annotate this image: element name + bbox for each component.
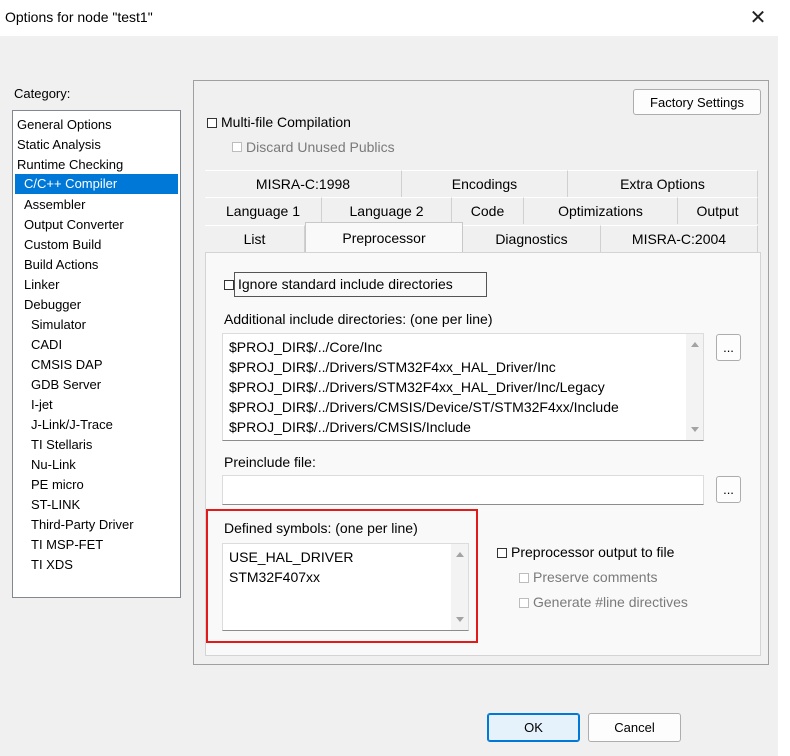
options-dialog: Options for node "test1" ✕ Category: Gen…: [0, 0, 778, 756]
defined-symbols-scrollbar[interactable]: [451, 544, 468, 630]
tab-extra-options[interactable]: Extra Options: [568, 170, 758, 197]
tab-list[interactable]: List: [205, 225, 305, 252]
category-item-static-analysis[interactable]: Static Analysis: [15, 135, 101, 155]
scroll-up-arrow-icon[interactable]: [456, 552, 464, 557]
category-item-jlink-jtrace[interactable]: J-Link/J-Trace: [15, 415, 113, 435]
category-item-build-actions[interactable]: Build Actions: [15, 255, 98, 275]
generate-line-directives-label: Generate #line directives: [533, 594, 688, 610]
category-item-output-converter[interactable]: Output Converter: [15, 215, 124, 235]
tab-preprocessor[interactable]: Preprocessor: [305, 222, 463, 252]
include-dirs-scrollbar[interactable]: [686, 334, 703, 440]
category-label: Category:: [14, 86, 71, 101]
preserve-comments-label: Preserve comments: [533, 569, 658, 585]
include-dir-line: $PROJ_DIR$/../Core/Inc: [229, 339, 383, 355]
category-item-ti-stellaris[interactable]: TI Stellaris: [15, 435, 92, 455]
factory-settings-button[interactable]: Factory Settings: [633, 89, 761, 115]
tab-language-2[interactable]: Language 2: [322, 197, 452, 224]
scroll-up-arrow-icon[interactable]: [691, 342, 699, 347]
close-icon[interactable]: ✕: [738, 0, 778, 34]
preinclude-label: Preinclude file:: [224, 454, 316, 470]
preprocessor-output-label: Preprocessor output to file: [511, 544, 675, 560]
category-item-ti-xds[interactable]: TI XDS: [15, 555, 73, 575]
include-dir-line: $PROJ_DIR$/../Drivers/STM32F4xx_HAL_Driv…: [229, 359, 556, 375]
ignore-std-include-label: Ignore standard include directories: [238, 276, 453, 292]
scroll-down-arrow-icon[interactable]: [691, 427, 699, 432]
include-dir-line: $PROJ_DIR$/../Drivers/CMSIS/Device/ST/ST…: [229, 399, 619, 415]
window-title: Options for node "test1": [5, 9, 153, 25]
ignore-std-include-checkbox[interactable]: [224, 280, 234, 290]
discard-unused-publics-checkbox: [232, 142, 242, 152]
tab-misra-c-2004[interactable]: MISRA-C:2004: [601, 225, 758, 252]
defined-symbol-line: STM32F407xx: [229, 569, 321, 585]
category-item-pe-micro[interactable]: PE micro: [15, 475, 84, 495]
category-item-third-party-driver[interactable]: Third-Party Driver: [15, 515, 134, 535]
discard-unused-publics-label: Discard Unused Publics: [246, 139, 395, 155]
tab-output[interactable]: Output: [678, 197, 758, 224]
category-item-linker[interactable]: Linker: [15, 275, 59, 295]
category-item-ti-msp-fet[interactable]: TI MSP-FET: [15, 535, 103, 555]
category-item-runtime-checking[interactable]: Runtime Checking: [15, 155, 123, 175]
category-item-simulator[interactable]: Simulator: [15, 315, 86, 335]
category-item-gdb-server[interactable]: GDB Server: [15, 375, 101, 395]
preserve-comments-checkbox: [519, 573, 529, 583]
background-strip: [778, 0, 790, 756]
preprocessor-output-checkbox[interactable]: [497, 548, 507, 558]
category-item-cadi[interactable]: CADI: [15, 335, 62, 355]
category-item-st-link[interactable]: ST-LINK: [15, 495, 80, 515]
category-item-custom-build[interactable]: Custom Build: [15, 235, 101, 255]
ok-button[interactable]: OK: [487, 713, 580, 742]
tab-encodings[interactable]: Encodings: [402, 170, 568, 197]
multifile-compilation-checkbox[interactable]: [207, 118, 217, 128]
category-item-cmsis-dap[interactable]: CMSIS DAP: [15, 355, 103, 375]
category-item-nu-link[interactable]: Nu-Link: [15, 455, 76, 475]
scroll-down-arrow-icon[interactable]: [456, 617, 464, 622]
tab-code[interactable]: Code: [452, 197, 524, 224]
category-item-i-jet[interactable]: I-jet: [15, 395, 53, 415]
include-dir-line: $PROJ_DIR$/../Drivers/STM32F4xx_HAL_Driv…: [229, 379, 605, 395]
tab-misra-c-1998[interactable]: MISRA-C:1998: [205, 170, 402, 197]
generate-line-directives-checkbox: [519, 598, 529, 608]
multifile-compilation-label: Multi-file Compilation: [221, 114, 351, 130]
preinclude-browse-button[interactable]: ...: [716, 476, 741, 503]
title-bar: Options for node "test1" ✕: [0, 0, 778, 36]
include-dir-line: $PROJ_DIR$/../Drivers/CMSIS/Include: [229, 419, 471, 435]
tab-optimizations[interactable]: Optimizations: [524, 197, 678, 224]
include-dirs-textarea[interactable]: $PROJ_DIR$/../Core/Inc $PROJ_DIR$/../Dri…: [222, 333, 704, 441]
category-item-debugger[interactable]: Debugger: [15, 295, 81, 315]
tab-diagnostics[interactable]: Diagnostics: [463, 225, 601, 252]
defined-symbol-line: USE_HAL_DRIVER: [229, 549, 354, 565]
category-item-cpp-compiler[interactable]: C/C++ Compiler: [15, 174, 178, 194]
defined-symbols-textarea[interactable]: USE_HAL_DRIVER STM32F407xx: [222, 543, 469, 631]
include-dirs-label: Additional include directories: (one per…: [224, 311, 493, 327]
include-dirs-browse-button[interactable]: ...: [716, 334, 741, 361]
defined-symbols-label: Defined symbols: (one per line): [224, 520, 418, 536]
cancel-button[interactable]: Cancel: [588, 713, 681, 742]
preinclude-input[interactable]: [222, 475, 704, 505]
category-list: General Options Static Analysis Runtime …: [12, 110, 181, 598]
category-item-general-options[interactable]: General Options: [15, 115, 112, 135]
category-item-assembler[interactable]: Assembler: [15, 195, 85, 215]
tab-language-1[interactable]: Language 1: [205, 197, 322, 224]
